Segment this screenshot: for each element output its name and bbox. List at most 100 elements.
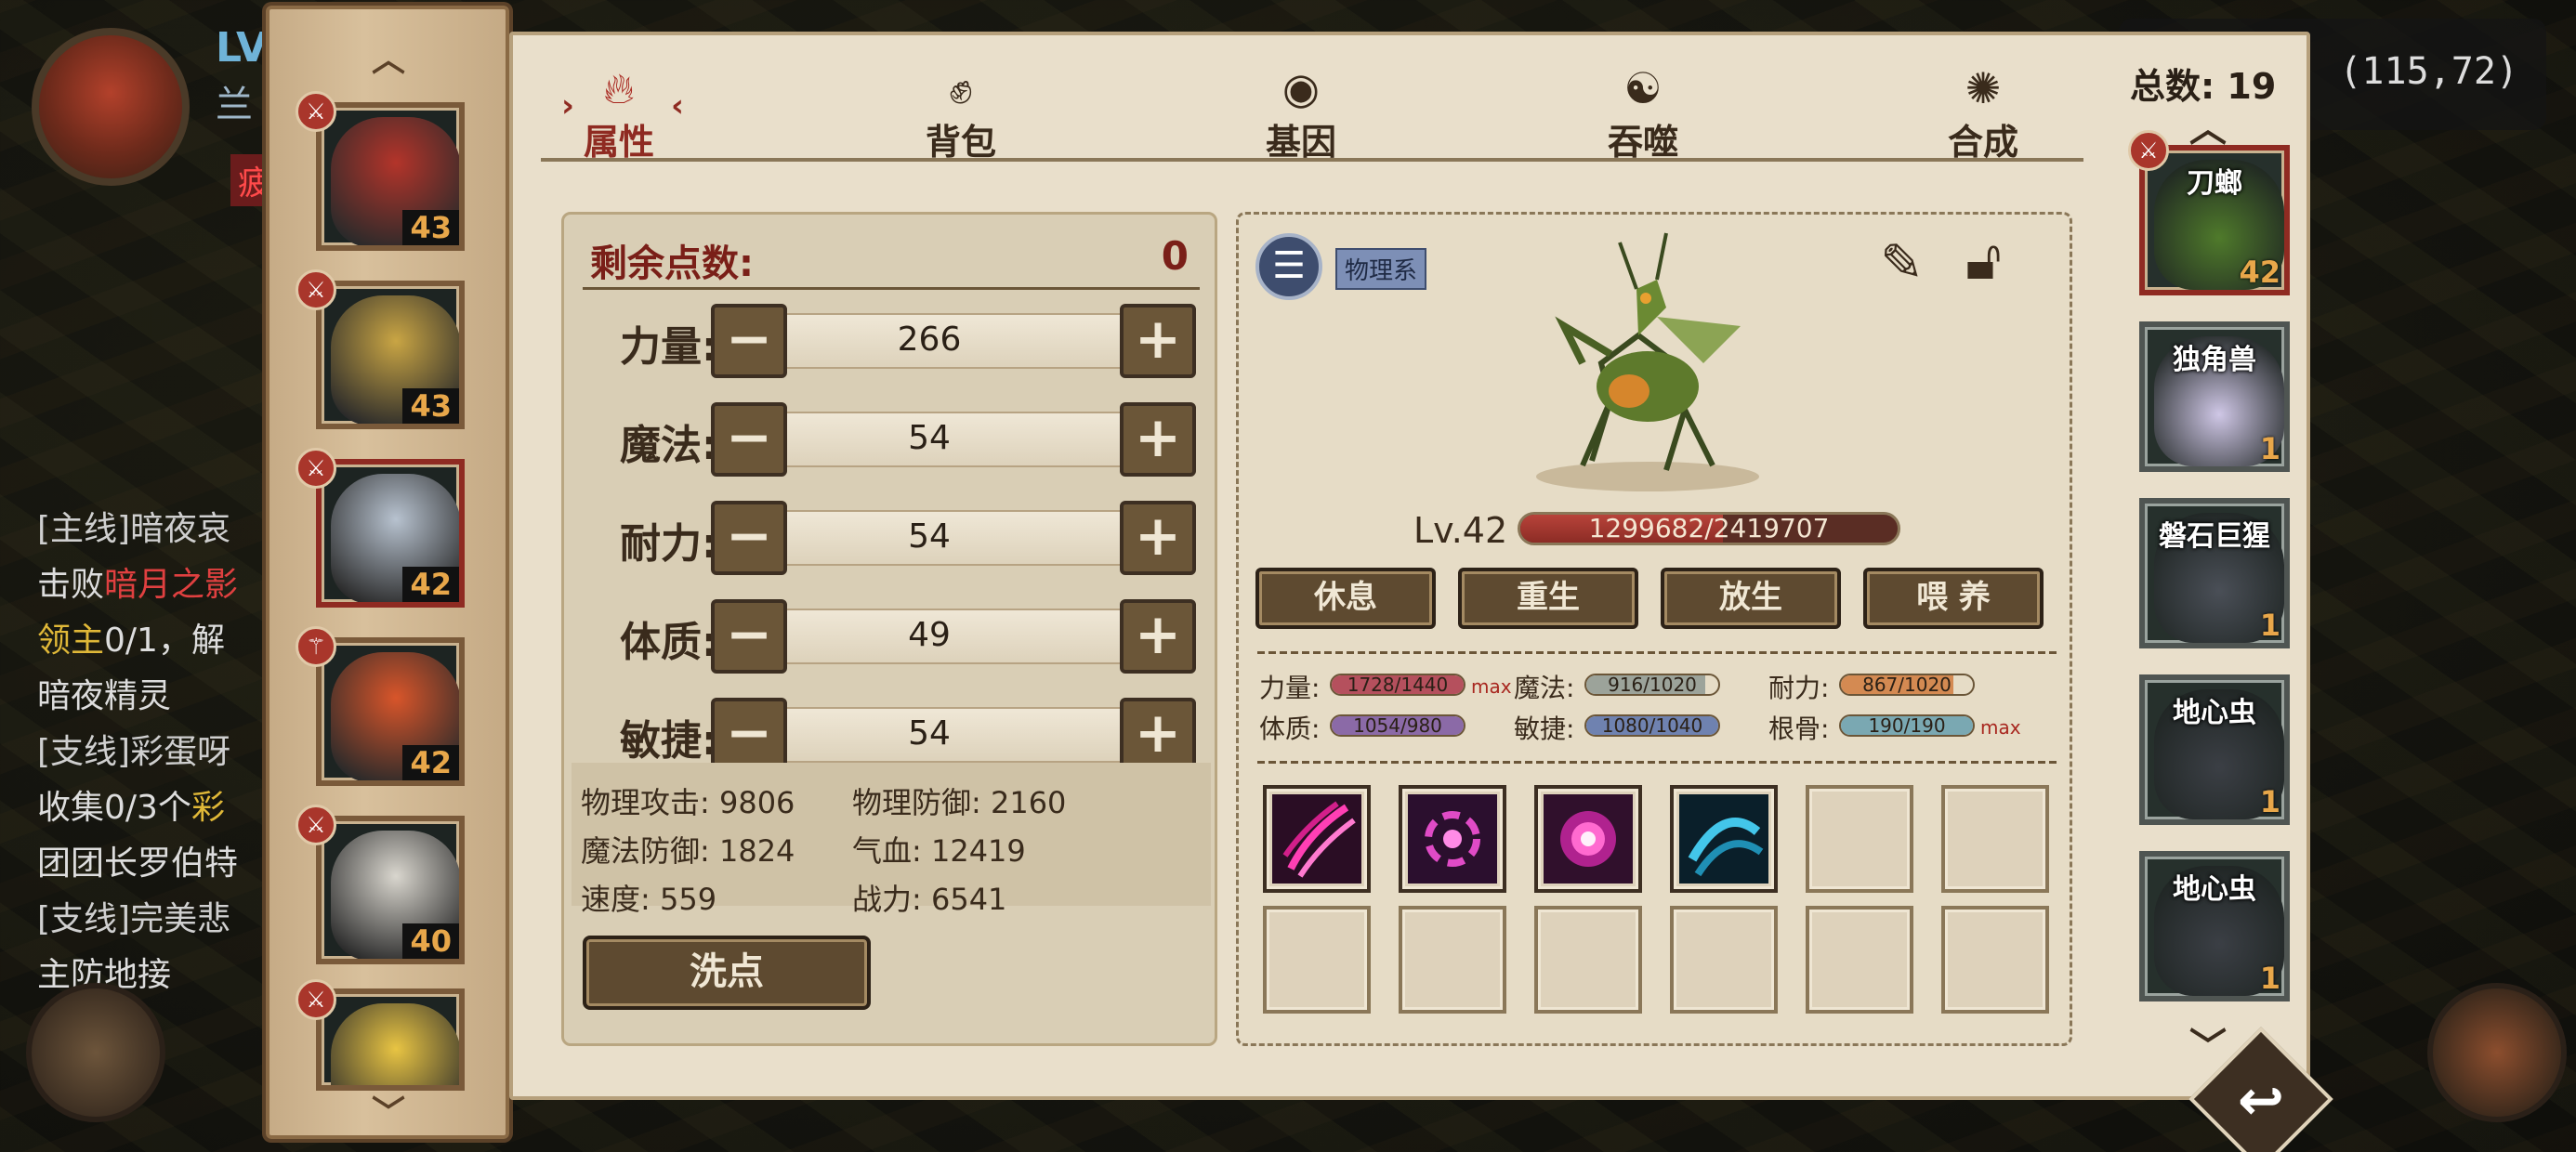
increase-button[interactable]: + <box>1120 698 1196 772</box>
team-pet-name: 地心虫 <box>2173 697 2256 729</box>
release-button[interactable]: 放生 <box>1661 568 1841 629</box>
sword-icon: ⚔ <box>296 448 336 489</box>
home-button[interactable] <box>2427 983 2567 1122</box>
sword-icon: ⚔ <box>2128 130 2169 171</box>
empty-skill-slot[interactable] <box>1263 906 1371 1014</box>
stat-value: 49 <box>908 616 951 654</box>
ice-wave-icon <box>1679 794 1768 884</box>
lock-icon[interactable]: 🔓︎ <box>1965 228 2040 311</box>
rebirth-button[interactable]: 重生 <box>1458 568 1638 629</box>
sword-icon: ⚔ <box>296 979 336 1020</box>
player-level-prefix: LV <box>216 24 269 72</box>
pet-list-card[interactable] <box>316 988 465 1091</box>
derived-stat: 物理攻击: 9806 <box>581 785 795 820</box>
staff-icon: ⚚ <box>296 626 336 667</box>
decrease-button[interactable]: − <box>711 698 787 772</box>
team-pet-level: 1 <box>2259 961 2280 996</box>
attribute-points-panel: 剩余点数: 0 力量: 266 − + 魔法: 54 − + 耐力: 54 − … <box>561 212 1217 1046</box>
team-member-card[interactable]: 磐石巨猩 1 <box>2139 498 2290 648</box>
team-pet-name: 刀螂 <box>2187 167 2242 200</box>
pet-list-card[interactable]: 42 <box>316 637 465 786</box>
skill-slot[interactable] <box>1534 785 1642 893</box>
team-pet-name: 磐石巨猩 <box>2159 520 2270 553</box>
chevron-down-icon[interactable]: ﹀ <box>361 1097 416 1131</box>
reset-points-button[interactable]: 洗点 <box>583 936 871 1010</box>
claw-slash-icon <box>1272 794 1361 884</box>
pet-info-panel: › ‹ 🔥︎ 属性 ✊︎ 背包 ◉ 基因 ☯︎ 吞噬 ✺ 合成 剩余点数: 0 … <box>509 32 2310 1100</box>
decrease-button[interactable]: − <box>711 402 787 477</box>
rest-button[interactable]: 休息 <box>1255 568 1436 629</box>
cap-label: 魔法: <box>1514 673 1575 703</box>
empty-skill-slot[interactable] <box>1534 906 1642 1014</box>
derived-stat: 物理防御: 2160 <box>852 785 1067 820</box>
increase-button[interactable]: + <box>1120 599 1196 674</box>
pet-level: 42 <box>402 567 459 602</box>
stat-row-endurance: 耐力: 54 − + <box>564 501 1220 575</box>
backpack-icon: ✊︎ <box>949 63 973 113</box>
mantis-pet-sprite <box>1536 232 1759 491</box>
decrease-button[interactable]: − <box>711 599 787 674</box>
empty-skill-slot[interactable] <box>1806 785 1913 893</box>
increase-button[interactable]: + <box>1120 501 1196 575</box>
pet-level: 43 <box>402 388 459 424</box>
cap-label: 耐力: <box>1768 673 1830 703</box>
increase-button[interactable]: + <box>1120 402 1196 477</box>
tab-attributes[interactable]: 🔥︎ 属性 <box>554 63 684 164</box>
gene-icon: ◉ <box>1281 63 1321 113</box>
pet-detail-panel: ☰ 物理系 ✎ 🔓︎ Lv.42 1299682/2419707 休息 重生 放… <box>1236 212 2072 1046</box>
remaining-points-label: 剩余点数: <box>590 242 754 285</box>
pet-list-card[interactable]: 42 <box>316 459 465 608</box>
tab-synthesis[interactable]: ✺ 合成 <box>1918 63 2048 164</box>
skill-slot[interactable] <box>1263 785 1371 893</box>
cap-label: 力量: <box>1259 673 1321 703</box>
skill-slot[interactable] <box>1399 785 1506 893</box>
pet-level: 43 <box>402 210 459 245</box>
skill-slot[interactable] <box>1670 785 1778 893</box>
cap-max-tag: max <box>1980 716 2021 739</box>
cap-bar: 190/190 <box>1839 714 1975 737</box>
stat-value: 54 <box>908 517 951 556</box>
feed-button[interactable]: 喂 养 <box>1863 568 2044 629</box>
list-icon[interactable]: ☰ <box>1255 233 1322 300</box>
cap-label: 体质: <box>1259 713 1321 744</box>
team-pet-name: 独角兽 <box>2173 344 2256 376</box>
derived-stat: 速度: 559 <box>581 882 717 917</box>
cap-max-tag: max <box>1471 675 1512 698</box>
empty-skill-slot[interactable] <box>1941 906 2049 1014</box>
team-member-card[interactable]: 刀螂 42 <box>2139 145 2290 295</box>
pet-list-card[interactable]: 43 <box>316 281 465 429</box>
increase-button[interactable]: + <box>1120 304 1196 378</box>
tab-backpack[interactable]: ✊︎ 背包 <box>896 63 1026 164</box>
decrease-button[interactable]: − <box>711 501 787 575</box>
stat-value: 54 <box>908 714 951 753</box>
team-member-card[interactable]: 地心虫 1 <box>2139 674 2290 825</box>
stat-value: 266 <box>897 321 962 359</box>
empty-skill-slot[interactable] <box>1941 785 2049 893</box>
remaining-points-value: 0 <box>1161 233 1189 279</box>
team-member-card[interactable]: 独角兽 1 <box>2139 321 2290 472</box>
player-avatar[interactable] <box>32 28 190 186</box>
empty-skill-slot[interactable] <box>1399 906 1506 1014</box>
empty-skill-slot[interactable] <box>1670 906 1778 1014</box>
sword-icon: ⚔ <box>296 269 336 310</box>
quill-rename-icon[interactable]: ✎ <box>1880 233 1945 308</box>
cap-bar: 867/1020 <box>1839 674 1975 696</box>
team-pet-level: 1 <box>2259 784 2280 819</box>
player-name-fragment: 兰 <box>216 84 253 126</box>
stat-label: 体质: <box>620 619 718 666</box>
pet-menu-button[interactable] <box>26 983 165 1122</box>
tab-gene[interactable]: ◉ 基因 <box>1236 63 1366 164</box>
team-pet-name: 地心虫 <box>2173 873 2256 906</box>
pet-list-strip[interactable]: ︿ 43 43 42 42 40 ⚔ ⚔ ⚔ ⚚ ⚔ ⚔ ﹀ <box>266 6 509 1139</box>
empty-skill-slot[interactable] <box>1806 906 1913 1014</box>
team-member-card[interactable]: 地心虫 1 <box>2139 851 2290 1001</box>
stat-label: 魔法: <box>620 422 718 469</box>
tab-devour[interactable]: ☯︎ 吞噬 <box>1578 63 1708 164</box>
pet-list-card[interactable]: 40 <box>316 816 465 964</box>
pet-list-card[interactable]: 43 <box>316 102 465 251</box>
stat-label: 敏捷: <box>620 717 718 765</box>
pet-level-label: Lv.42 <box>1413 510 1508 551</box>
decrease-button[interactable]: − <box>711 304 787 378</box>
stat-label: 耐力: <box>620 520 718 568</box>
chevron-up-icon[interactable]: ︿ <box>361 44 416 77</box>
